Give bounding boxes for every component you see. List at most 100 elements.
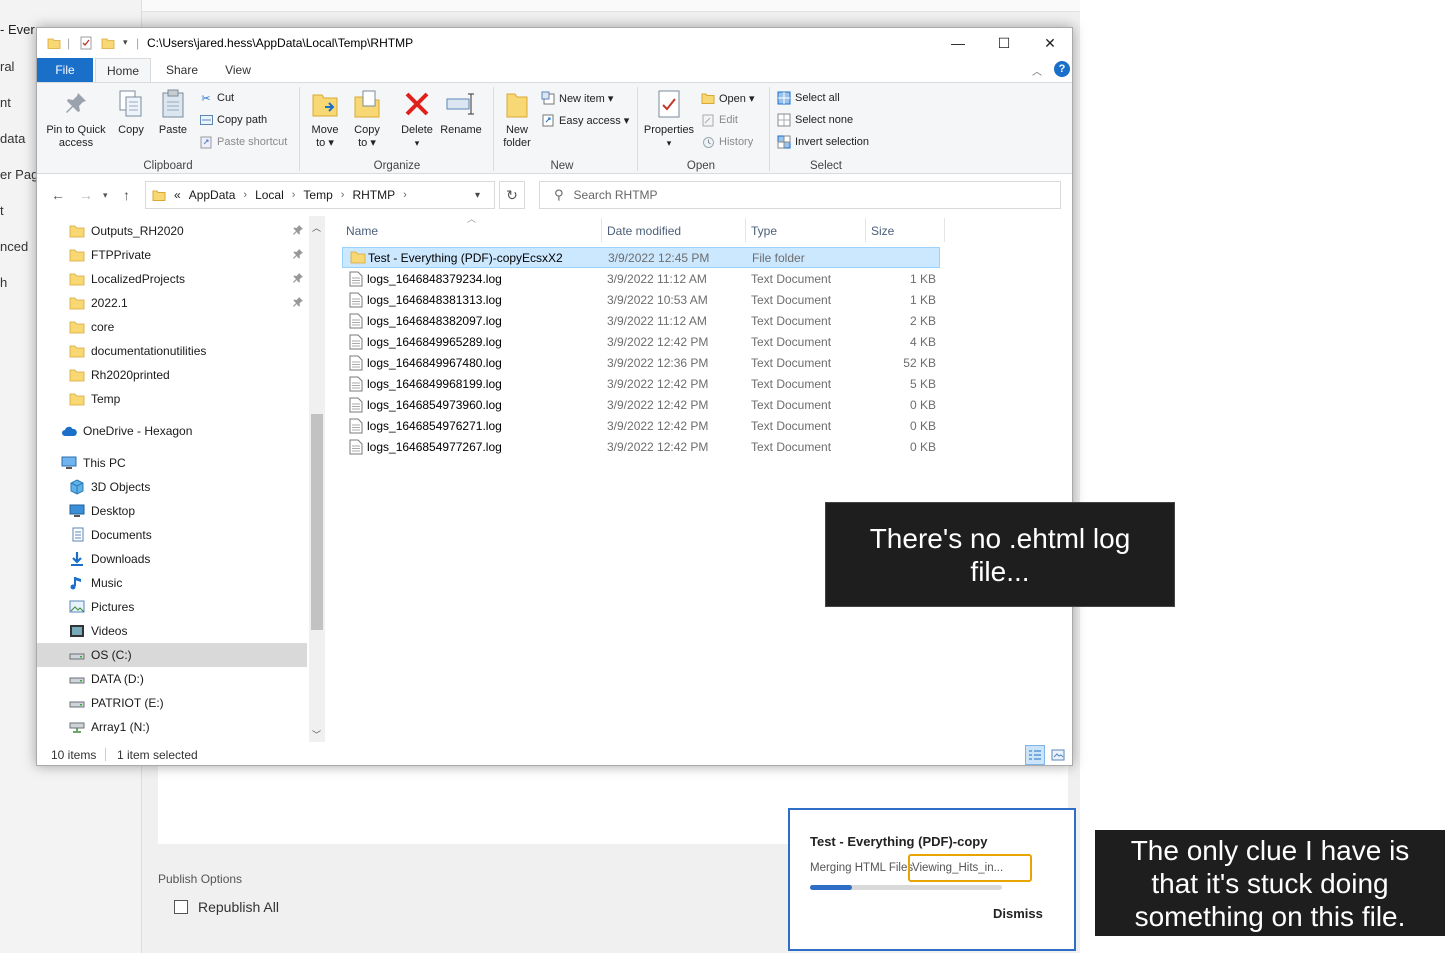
new-item-button[interactable]: New item ▾: [541, 91, 613, 105]
table-row[interactable]: logs_1646849965289.log 3/9/2022 12:42 PM T…: [342, 331, 940, 352]
select-all-button[interactable]: Select all: [777, 91, 840, 105]
pin-to-quick-access-button[interactable]: Pin to Quick access: [43, 87, 109, 150]
paste-shortcut-button[interactable]: Paste shortcut: [199, 135, 287, 149]
republish-all-option[interactable]: Republish All: [174, 899, 279, 915]
new-folder-quick-icon[interactable]: [101, 36, 115, 50]
breadcrumb-rhtmp[interactable]: RHTMP: [352, 188, 395, 202]
breadcrumb-separator-icon[interactable]: ›: [292, 189, 296, 201]
republish-all-checkbox[interactable]: [174, 900, 188, 914]
table-row[interactable]: logs_1646848381313.log 3/9/2022 10:53 AM T…: [342, 289, 940, 310]
nav-item[interactable]: core: [37, 315, 307, 339]
column-divider[interactable]: [865, 218, 866, 242]
address-dropdown-icon[interactable]: ▾: [475, 190, 480, 201]
history-button[interactable]: History: [701, 135, 753, 149]
dismiss-button[interactable]: Dismiss: [993, 906, 1043, 921]
column-header-type[interactable]: Type: [751, 224, 777, 238]
nav-item[interactable]: Music: [37, 571, 307, 595]
nav-item[interactable]: This PC: [37, 451, 307, 475]
nav-item[interactable]: 3D Objects: [37, 475, 307, 499]
breadcrumb-appdata[interactable]: AppData: [189, 188, 236, 202]
nav-item[interactable]: Outputs_RH2020: [37, 219, 307, 243]
column-header-name[interactable]: Name: [346, 224, 378, 238]
easy-access-button[interactable]: Easy access ▾: [541, 113, 629, 127]
table-row[interactable]: logs_1646854977267.log 3/9/2022 12:42 PM T…: [342, 436, 940, 457]
forward-arrow-icon[interactable]: →: [79, 187, 93, 203]
breadcrumb-separator-icon[interactable]: ›: [243, 189, 247, 201]
nav-item[interactable]: Pictures: [37, 595, 307, 619]
select-none-button[interactable]: Select none: [777, 113, 853, 127]
column-header-size[interactable]: Size: [871, 224, 894, 238]
nav-item[interactable]: OS (C:): [37, 643, 307, 667]
copy-to-button[interactable]: Copy to ▾: [349, 87, 385, 150]
tab-share[interactable]: Share: [157, 58, 207, 82]
edit-button[interactable]: Edit: [701, 113, 738, 127]
breadcrumb-temp[interactable]: Temp: [303, 188, 332, 202]
tab-file[interactable]: File: [37, 58, 93, 82]
close-button[interactable]: ✕: [1027, 28, 1072, 58]
collapse-ribbon-icon[interactable]: ︿: [1032, 63, 1042, 78]
customize-toolbar-icon[interactable]: ▾: [123, 37, 128, 48]
invert-selection-button[interactable]: Invert selection: [777, 135, 869, 149]
nav-item[interactable]: 2022.1: [37, 291, 307, 315]
open-button[interactable]: Open ▾: [701, 91, 755, 105]
help-icon[interactable]: ?: [1054, 61, 1070, 77]
nav-item[interactable]: Rh2020printed: [37, 363, 307, 387]
scroll-up-icon[interactable]: ︿: [312, 221, 321, 234]
tab-home[interactable]: Home: [95, 58, 151, 83]
column-divider[interactable]: [601, 218, 602, 242]
maximize-button[interactable]: ☐: [981, 28, 1027, 58]
refresh-button[interactable]: ↻: [499, 181, 525, 209]
nav-item[interactable]: Videos: [37, 619, 307, 643]
move-to-button[interactable]: Move to ▾: [307, 87, 343, 150]
up-arrow-icon[interactable]: ↑: [123, 187, 130, 203]
minimize-button[interactable]: —: [935, 28, 981, 58]
background-nav-item[interactable]: data: [0, 131, 25, 146]
table-row[interactable]: logs_1646854973960.log 3/9/2022 12:42 PM T…: [342, 394, 940, 415]
background-nav-item[interactable]: nced: [0, 239, 28, 254]
details-view-button[interactable]: [1025, 745, 1045, 765]
table-row[interactable]: logs_1646849968199.log 3/9/2022 12:42 PM T…: [342, 373, 940, 394]
column-divider[interactable]: [745, 218, 746, 242]
paste-button[interactable]: Paste: [155, 87, 191, 137]
column-divider[interactable]: [944, 218, 945, 242]
breadcrumb-separator-icon[interactable]: ›: [403, 189, 407, 201]
large-icons-view-button[interactable]: [1048, 745, 1068, 765]
background-nav-item[interactable]: t: [0, 203, 4, 218]
address-overflow-icon[interactable]: «: [174, 188, 181, 202]
breadcrumb-local[interactable]: Local: [255, 188, 284, 202]
properties-quick-icon[interactable]: [79, 36, 93, 50]
nav-item[interactable]: LocalizedProjects: [37, 267, 307, 291]
copy-path-button[interactable]: Copy path: [199, 113, 267, 127]
scroll-down-icon[interactable]: ﹀: [312, 728, 321, 741]
new-folder-button[interactable]: New folder: [497, 87, 537, 150]
properties-button[interactable]: Properties ▾: [641, 87, 697, 150]
address-bar[interactable]: « AppData › Local › Temp › RHTMP ›: [145, 181, 495, 209]
table-row[interactable]: logs_1646854976271.log 3/9/2022 12:42 PM T…: [342, 415, 940, 436]
cut-button[interactable]: ✂ Cut: [199, 91, 234, 105]
nav-item[interactable]: OneDrive - Hexagon: [37, 419, 307, 443]
nav-item[interactable]: documentationutilities: [37, 339, 307, 363]
nav-item[interactable]: Documents: [37, 523, 307, 547]
nav-item[interactable]: Temp: [37, 387, 307, 411]
background-nav-item[interactable]: nt: [0, 95, 11, 110]
tab-view[interactable]: View: [213, 58, 263, 82]
nav-item[interactable]: Desktop: [37, 499, 307, 523]
breadcrumb-separator-icon[interactable]: ›: [341, 189, 345, 201]
rename-button[interactable]: Rename: [439, 87, 483, 137]
table-row[interactable]: Test - Everything (PDF)-copyEcsxX2 3/9/20…: [342, 247, 940, 268]
navigation-scrollbar-thumb[interactable]: [311, 414, 323, 630]
background-nav-item[interactable]: ral: [0, 59, 14, 74]
copy-button[interactable]: Copy: [113, 87, 149, 137]
table-row[interactable]: logs_1646848379234.log 3/9/2022 11:12 AM T…: [342, 268, 940, 289]
nav-item[interactable]: Array1 (N:): [37, 715, 307, 739]
back-arrow-icon[interactable]: ←: [51, 187, 65, 203]
table-row[interactable]: logs_1646849967480.log 3/9/2022 12:36 PM T…: [342, 352, 940, 373]
search-box[interactable]: ⚲ Search RHTMP: [539, 181, 1061, 209]
nav-item[interactable]: Downloads: [37, 547, 307, 571]
nav-item[interactable]: DATA (D:): [37, 667, 307, 691]
nav-item[interactable]: PATRIOT (E:): [37, 691, 307, 715]
background-nav-item[interactable]: h: [0, 275, 7, 290]
table-row[interactable]: logs_1646848382097.log 3/9/2022 11:12 AM T…: [342, 310, 940, 331]
column-header-date-modified[interactable]: Date modified: [607, 224, 681, 238]
recent-locations-icon[interactable]: ▾: [103, 190, 108, 201]
